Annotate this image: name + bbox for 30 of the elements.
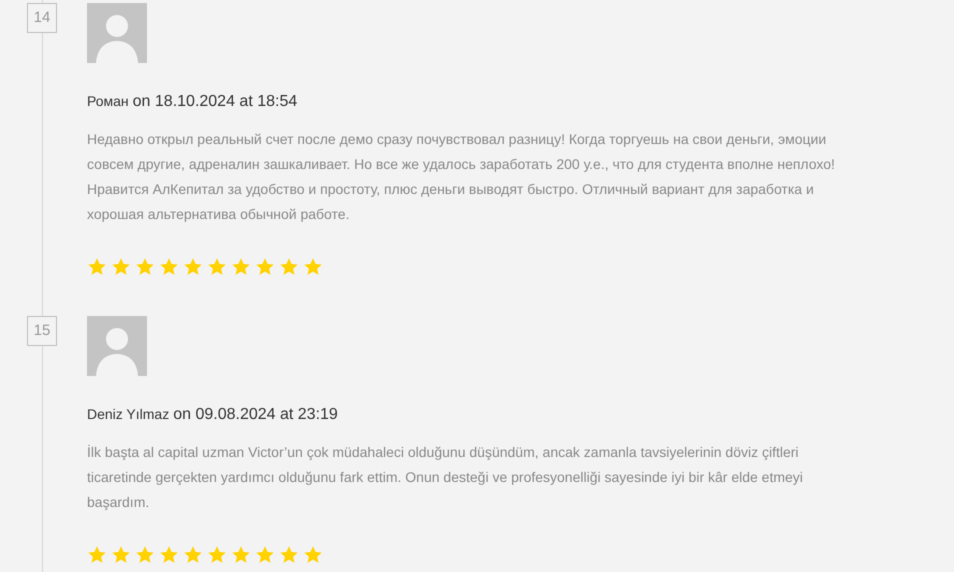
comment-date: on 18.10.2024 at 18:54 [132,92,298,112]
star-icon [231,257,251,277]
star-icon [255,257,275,277]
comment-number: 15 [27,316,57,346]
star-icon [183,257,203,277]
star-icon [303,545,323,565]
comment-number: 14 [27,3,57,33]
star-icon [111,545,131,565]
comment-text: İlk başta al capital uzman Victor’un çok müdahaleci olduğunu düşündüm, ancak zamanla tavsiyelerinin döviz çiftleri ticaretinde gerçekten yardımcı olduğunu fark ettim. Onun desteği ve profesyonelliği sayesinde iyi bir kâr elde etmeyi başardım. [87,443,804,512]
author-name: Deniz Yılmaz [87,405,170,424]
star-icon [279,545,299,565]
comment-date: on 09.08.2024 at 23:19 [173,405,338,425]
star-icon [87,545,107,565]
star-icon [279,257,299,277]
star-icon [135,257,155,277]
star-icon [87,257,107,277]
star-icon [231,545,251,565]
comment-text: Недавно открыл реальный счет после демо сразу почувствовал разницу! Когда торгуешь на свои деньги, эмоции совсем другие, адреналин зашкаливает. Но все же удалось заработать 200 у.е., что для студента вполне неплохо! Нравится АлКепитал за удобство и простоту, плюс деньги выводят быстро. Отличный вариант для заработка и хорошая альтернатива обычной работе. [87,130,836,224]
star-icon [207,545,227,565]
star-icon [159,257,179,277]
avatar-icon [87,3,147,63]
star-icon [135,545,155,565]
author-name: Роман [87,92,129,111]
star-icon [159,545,179,565]
star-icon [111,257,131,277]
star-icon [207,257,227,277]
star-icon [255,545,275,565]
star-icon [183,545,203,565]
star-icon [303,257,323,277]
avatar-icon [87,316,147,376]
